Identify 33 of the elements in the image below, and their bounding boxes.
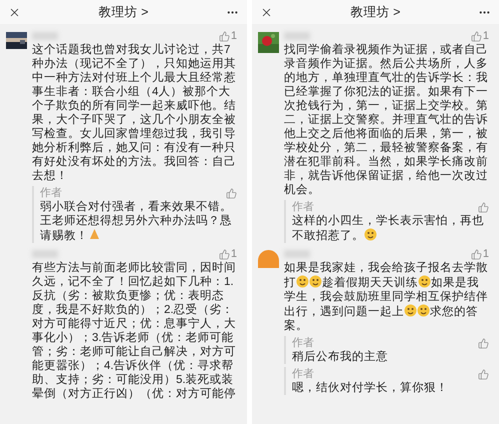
author-label: 作者 (292, 367, 314, 381)
emoji-icon (417, 304, 430, 317)
emoji-icon (404, 304, 417, 317)
thumbs-up-icon (218, 30, 230, 42)
comment-text: 这个话题我也曾对我女儿讨论过，共7种办法（现记不全了），只知她运用其中一种方法对付班上个儿最大且经常惹事生非者：联合小组（4人）被那个大个子欺负的所有同学一起来威吓他。结果，大个子吓哭了，这几个小朋友全被写检查。女儿回家曾埋怨过我，我引导她分析利弊后，她又问：有没有一种只有好处没有坏处的方法。我回答：自己去想！ (32, 43, 237, 183)
comment-text: 嗯，结伙对付学长，算你狠！ (292, 381, 449, 395)
thumbs-up-icon (470, 248, 482, 260)
emoji-icon (418, 275, 431, 288)
emoji-icon (309, 275, 322, 288)
author-label: 作者 (292, 336, 314, 350)
avatar (258, 250, 279, 268)
emoji-icon (296, 275, 309, 288)
comment-text: 稍后公布我的主意 (292, 350, 389, 364)
window-title: 教理坊 > (350, 4, 400, 21)
author-label: 作者 (40, 186, 62, 200)
comment-text: 如果是我家娃，我会给孩子报名去学散打 趁着假期天天训练 如果是我学生，我会鼓励班里同学相互保护结伴出行，遇到问题一起上 求您的答案。 (284, 261, 489, 333)
like-button[interactable]: 1 (470, 28, 489, 44)
comment-text: 找同学偷着录视频作为证据，或者自己录音频作为证据。然后公共场所，人多的地方，单独理直气壮的告诉学长：我已经掌握了你犯法的证据。如果有下一次抢钱行为，第一，证据上交学校。第二，证据上交警察。并理直气壮的告诉他上交之后他将面临的后果，第一，被学校处分，第二，最轻被警察备案，有潜在犯罪前科。当然，如果学长痛改前非，就告诉他保留证据，给他一次改过机会。 (284, 43, 489, 197)
comment-text: 弱小联合对付强者，看来效果不错。王老师还想得想另外六种办法吗？恳请赐教！ (40, 200, 233, 243)
thumbs-up-icon (470, 30, 482, 42)
like-button[interactable]: 1 (218, 246, 237, 262)
like-button[interactable]: 1 (470, 246, 489, 262)
comment-text: 有些方法与前面老师比较雷同，因时间久远，记不全了！回忆起如下几种：1.反抗（劣：被欺负更惨；优：表明态度，我是不好欺负的）；2.忍受（劣：对方可能得寸近尺；优：息事宁人，大事化小）；3.告诉老师（优：老师可能管；劣：老师可能让自己解决，对方可能更嚣张）；4.告诉伙伴（优：寻求帮助、支持；劣：可能没用）5.装死或装晕倒（对方正行凶）（优：对方可能停 (32, 261, 237, 401)
thumbs-up-icon[interactable] (226, 188, 237, 198)
comment-text: 这样的小四生，学长表示害怕，再也不敢招惹了。 (292, 214, 485, 243)
thumbs-up-icon[interactable] (478, 202, 489, 212)
like-button[interactable]: 1 (218, 28, 237, 44)
author-label: 作者 (292, 200, 314, 214)
window-title: 教理坊 > (98, 4, 148, 21)
emoji-icon (364, 228, 377, 241)
thumbs-up-icon[interactable] (478, 338, 489, 348)
thumbs-up-icon[interactable] (478, 368, 489, 380)
thumbs-up-icon (218, 248, 230, 260)
